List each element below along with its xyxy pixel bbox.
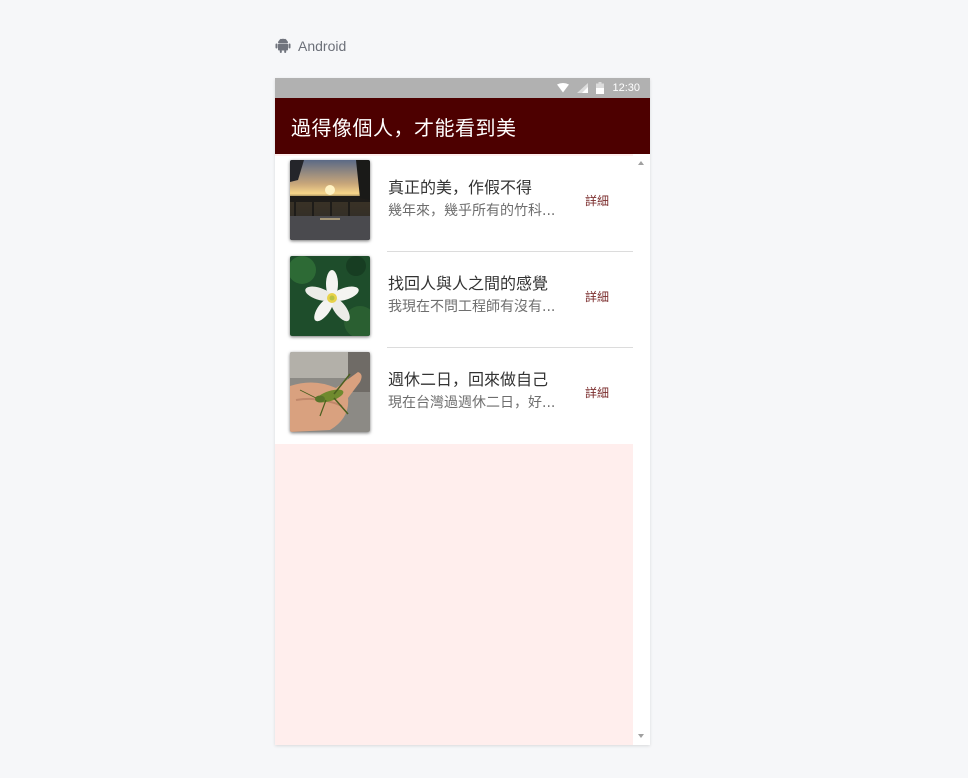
grasshopper-hand-thumbnail <box>290 352 370 432</box>
item-summary: 幾年來，幾乎所有的竹科... <box>388 203 556 219</box>
item-title: 週休二日，回來做自己 <box>388 370 549 389</box>
white-lotus-thumbnail <box>290 256 370 336</box>
list-item[interactable]: 真正的美，作假不得 幾年來，幾乎所有的竹科... 詳細 <box>275 156 633 252</box>
item-title: 找回人與人之間的感覺 <box>388 274 549 293</box>
item-summary: 現在台灣過週休二日，好... <box>388 395 556 411</box>
article-list: 真正的美，作假不得 幾年來，幾乎所有的竹科... 詳細 找回人與人之間的感覺 我… <box>275 156 633 444</box>
item-text: 真正的美，作假不得 幾年來，幾乎所有的竹科... <box>388 178 573 220</box>
battery-icon <box>596 82 605 94</box>
scroll-down-arrow-icon[interactable] <box>638 734 644 738</box>
status-bar: 12:30 <box>275 78 650 98</box>
sunset-bridge-thumbnail <box>290 160 370 240</box>
phone-frame: 12:30 過得像個人，才能看到美 真正的美，作假不得 幾年來，幾乎所有的竹科.… <box>275 78 650 745</box>
item-text: 週休二日，回來做自己 現在台灣過週休二日，好... <box>388 370 573 412</box>
detail-button[interactable]: 詳細 <box>585 192 609 209</box>
signal-icon <box>577 83 589 93</box>
page-title: 過得像個人，才能看到美 <box>291 115 517 140</box>
status-time: 12:30 <box>612 82 640 94</box>
item-summary: 我現在不問工程師有沒有... <box>388 299 556 315</box>
wifi-icon <box>557 83 570 93</box>
detail-button[interactable]: 詳細 <box>585 288 609 305</box>
detail-button[interactable]: 詳細 <box>585 384 609 401</box>
list-item[interactable]: 找回人與人之間的感覺 我現在不問工程師有沒有... 詳細 <box>275 252 633 348</box>
app-bar: 過得像個人，才能看到美 <box>275 98 650 154</box>
platform-label: Android <box>275 36 346 56</box>
list-item[interactable]: 週休二日，回來做自己 現在台灣過週休二日，好... 詳細 <box>275 348 633 444</box>
item-title: 真正的美，作假不得 <box>388 178 533 197</box>
scrollbar[interactable] <box>633 154 650 745</box>
scroll-up-arrow-icon[interactable] <box>638 161 644 165</box>
item-text: 找回人與人之間的感覺 我現在不問工程師有沒有... <box>388 274 573 316</box>
platform-name: Android <box>298 38 347 54</box>
android-icon <box>275 38 291 54</box>
content-area: 真正的美，作假不得 幾年來，幾乎所有的竹科... 詳細 找回人與人之間的感覺 我… <box>275 154 633 745</box>
